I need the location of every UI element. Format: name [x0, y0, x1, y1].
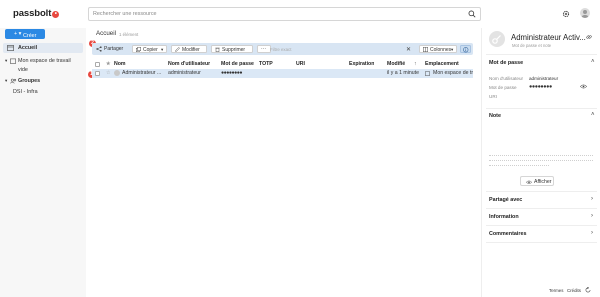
note-section-header[interactable]: Note	[489, 113, 501, 119]
divider	[486, 54, 597, 55]
field-label-password: Mot de passe	[489, 85, 517, 90]
password-section-header[interactable]: Mot de passe	[489, 60, 523, 66]
row-password[interactable]: ●●●●●●●●	[221, 70, 257, 76]
search-icon[interactable]	[468, 10, 476, 20]
show-note-button[interactable]: Afficher	[520, 176, 554, 186]
eye-icon	[525, 180, 533, 187]
information-section-header[interactable]: Information	[489, 214, 519, 220]
gear-icon[interactable]	[562, 10, 570, 20]
columns-icon	[423, 47, 428, 54]
refresh-icon[interactable]	[585, 286, 591, 295]
terms-link[interactable]: Termes	[549, 288, 563, 293]
sort-arrow-icon[interactable]: ↑	[414, 61, 417, 67]
share-button[interactable]: Partager	[96, 45, 130, 53]
sidebar-item-home[interactable]: Accueil	[3, 43, 83, 53]
row-username[interactable]: administrateur	[168, 70, 218, 76]
field-label-username: Nom d'utilisateur	[489, 76, 524, 81]
more-button[interactable]: ···	[257, 45, 271, 53]
app-logo[interactable]: passbolt •	[13, 8, 60, 19]
row-name[interactable]: Administrateur ...	[122, 70, 166, 76]
column-header-totp[interactable]: TOTP	[259, 61, 273, 67]
sidebar-item-group-dsi[interactable]: DSI - Infra	[3, 87, 83, 97]
close-icon[interactable]: ✕	[406, 46, 411, 53]
item-count: 1 élément	[119, 32, 139, 37]
hidden-note-placeholder	[489, 165, 549, 168]
resource-avatar	[489, 31, 505, 47]
chevron-down-icon: ▾	[5, 78, 8, 83]
main-content: Accueil 1 élément 2 Partager Copier ▾ Mo…	[88, 28, 478, 297]
column-header-uri[interactable]: URI	[296, 61, 305, 67]
user-avatar[interactable]	[580, 8, 590, 18]
table-row[interactable]: ☆ Administrateur ... administrateur ●●●●…	[92, 69, 473, 78]
sharing-section-header[interactable]: Partagé avec	[489, 197, 522, 203]
field-value-username[interactable]: administrateur	[529, 76, 558, 81]
copy-button[interactable]: Copier ▾	[132, 45, 167, 53]
delete-button[interactable]: Supprimer	[211, 45, 253, 53]
column-header-location[interactable]: Emplacement	[425, 61, 459, 67]
key-icon	[492, 35, 501, 44]
divider	[486, 108, 597, 109]
chevron-up-icon[interactable]: ˄	[591, 59, 595, 65]
info-button[interactable]	[460, 45, 471, 53]
favorite-star-icon[interactable]: ★	[106, 61, 111, 67]
copy-icon	[136, 47, 141, 54]
hidden-note-placeholder	[489, 155, 593, 158]
row-location[interactable]: Mon espace de tr...	[433, 70, 473, 76]
table-header: ★ Nom Nom d'utilisateur Mot de passe TOT…	[92, 60, 473, 68]
credits-link[interactable]: Crédits	[567, 288, 581, 293]
trash-icon	[215, 47, 220, 54]
row-modified: il y a 1 minute	[387, 70, 420, 76]
column-header-modified[interactable]: Modifié	[387, 61, 405, 67]
info-icon	[463, 47, 469, 55]
panel-title: Administrateur Activ...	[511, 33, 586, 42]
logo-badge-icon: •	[52, 11, 60, 18]
column-header-expiration[interactable]: Expiration	[349, 61, 374, 67]
create-button[interactable]: + Créer ▾	[5, 29, 45, 39]
column-header-password[interactable]: Mot de passe	[221, 61, 254, 67]
users-icon	[10, 78, 17, 86]
link-icon[interactable]	[586, 34, 592, 42]
chevron-down-icon: ▾	[161, 47, 164, 52]
chevron-right-icon[interactable]: ›	[591, 196, 593, 202]
chevron-right-icon[interactable]: ›	[591, 213, 593, 219]
search-input[interactable]: Rechercher une ressource	[88, 7, 481, 21]
divider	[486, 242, 597, 243]
home-icon	[7, 45, 14, 53]
pencil-icon	[175, 47, 180, 54]
action-toolbar: Partager Copier ▾ Modifier Supprimer ···…	[92, 43, 473, 55]
edit-button[interactable]: Modifier	[171, 45, 207, 53]
select-all-checkbox[interactable]	[95, 62, 100, 67]
share-icon	[96, 46, 102, 54]
chevron-down-icon: ▾	[5, 58, 8, 63]
panel-subtitle: Mot de passe et note	[512, 43, 552, 48]
breadcrumb[interactable]: Accueil	[96, 30, 116, 37]
sidebar-item-groups[interactable]: ▾ Groupes	[3, 76, 83, 86]
details-panel: Administrateur Activ... Mot de passe et …	[481, 28, 600, 297]
divider	[486, 225, 597, 226]
chevron-right-icon[interactable]: ›	[591, 230, 593, 236]
hidden-note-placeholder	[489, 160, 593, 163]
column-header-name[interactable]: Nom	[114, 61, 126, 67]
filter-input[interactable]: Filtre exact	[270, 47, 291, 52]
top-bar: passbolt • Rechercher une ressource	[0, 0, 600, 28]
resource-icon	[114, 70, 120, 76]
field-value-password[interactable]: ●●●●●●●●	[529, 84, 552, 90]
divider	[486, 208, 597, 209]
field-label-uri: URI	[489, 94, 497, 99]
column-header-username[interactable]: Nom d'utilisateur	[168, 61, 210, 67]
row-checkbox[interactable]	[95, 71, 100, 76]
favorite-star-icon[interactable]: ☆	[106, 70, 111, 76]
left-sidebar: + Créer ▾ Accueil ▾ Mon espace de travai…	[0, 28, 86, 297]
eye-icon[interactable]	[579, 84, 588, 91]
chevron-down-icon: ▾	[451, 47, 454, 52]
sidebar-item-empty[interactable]: vide	[3, 65, 83, 75]
comments-section-header[interactable]: Commentaires	[489, 231, 526, 237]
columns-button[interactable]: Colonnes ▾	[419, 45, 457, 53]
divider	[486, 191, 597, 192]
chevron-up-icon[interactable]: ˄	[591, 112, 595, 118]
folder-icon	[425, 71, 430, 78]
